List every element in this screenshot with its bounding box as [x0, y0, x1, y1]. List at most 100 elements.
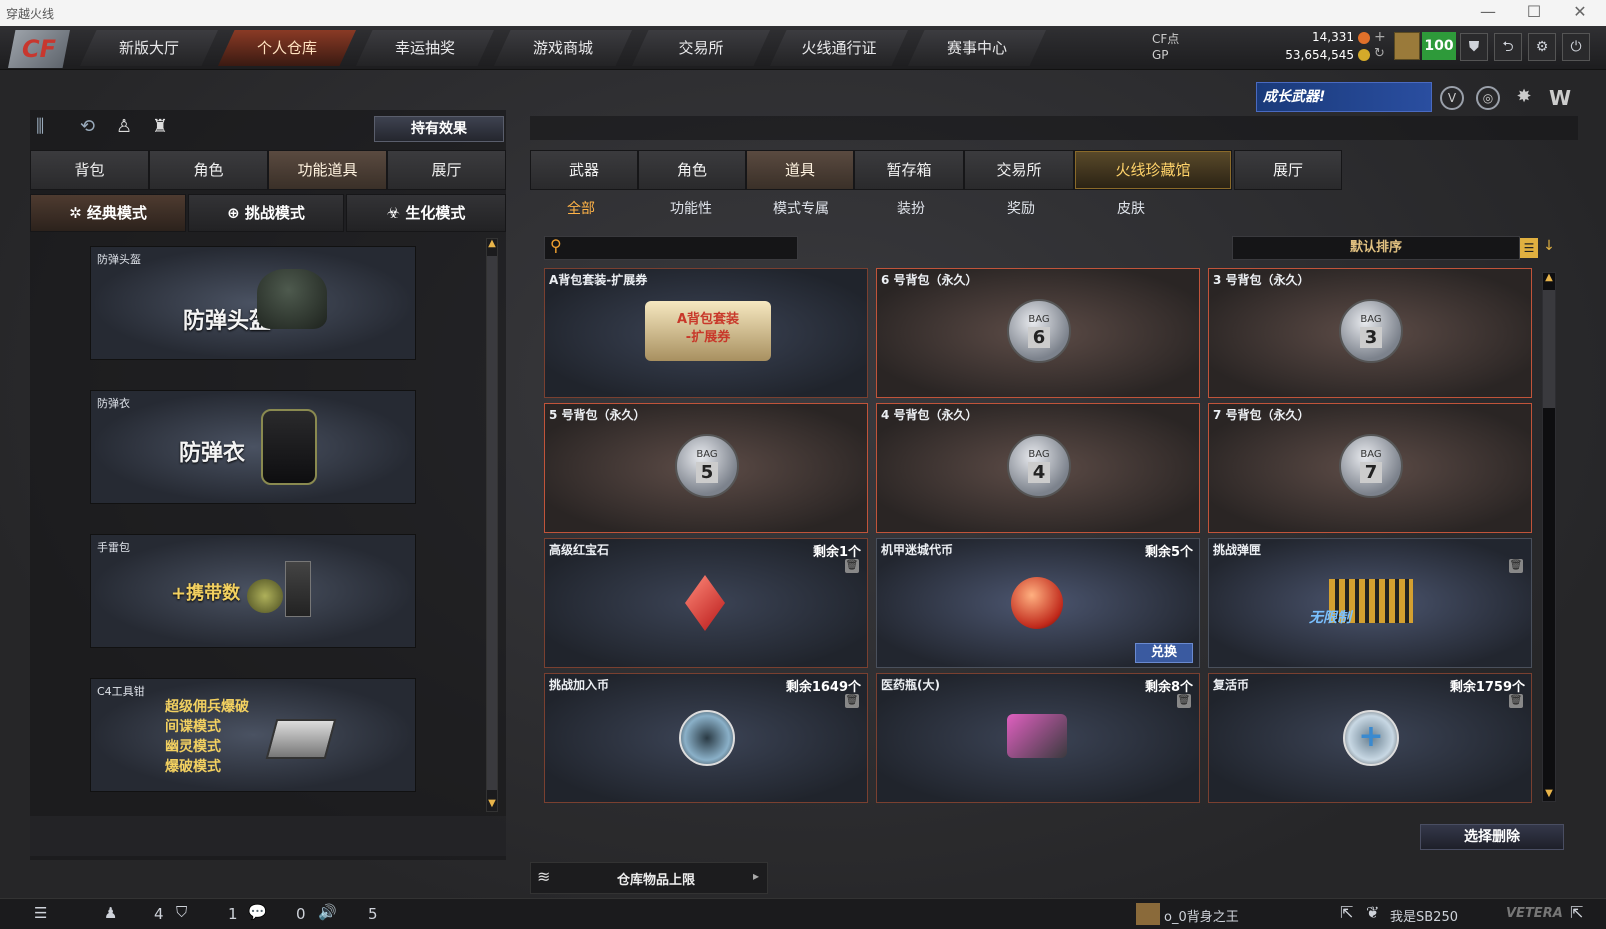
item-card[interactable]: A背包套装-扩展券 A背包套装 -扩展券 — [544, 268, 868, 398]
right-tab-collection[interactable]: 火线珍藏馆 — [1074, 150, 1232, 190]
clan-icon[interactable]: ⛉ — [176, 903, 187, 921]
batch-delete-button[interactable]: 选择删除 — [1420, 824, 1564, 850]
character-icon[interactable]: ♙ — [116, 116, 138, 138]
subtab-all[interactable]: 全部 — [528, 196, 634, 222]
cf-coin-icon — [1358, 32, 1370, 44]
sort-dropdown[interactable]: 默认排序 — [1232, 236, 1520, 260]
player-name[interactable]: 我是SB250 — [1390, 906, 1458, 925]
team-icon[interactable]: ♟ — [104, 904, 117, 922]
holding-effect-button[interactable]: 持有效果 — [374, 116, 504, 142]
nav-exchange[interactable]: 交易所 — [632, 30, 770, 66]
stats-icon[interactable]: ⫼ — [36, 116, 58, 138]
left-tab-character[interactable]: 角色 — [149, 150, 268, 190]
right-tab-items[interactable]: 道具 — [746, 150, 854, 190]
menu-icon[interactable]: ☰ — [34, 904, 47, 922]
refresh-icon[interactable]: ↻ — [1374, 46, 1385, 61]
grenade-icon[interactable]: ♜ — [152, 116, 174, 138]
friend-name[interactable]: o_0背身之王 — [1164, 906, 1239, 925]
subtab-skins[interactable]: 皮肤 — [1078, 196, 1184, 222]
left-tab-showroom[interactable]: 展厅 — [387, 150, 506, 190]
item-card[interactable]: 医药瓶(大) 剩余8个 🗑 — [876, 673, 1200, 803]
item-card[interactable]: 高级红宝石 剩余1个 🗑 — [544, 538, 868, 668]
mode-challenge[interactable]: ⊕ 挑战模式 — [188, 194, 344, 232]
mode-biochem[interactable]: ☣ 生化模式 — [346, 194, 506, 232]
trash-icon[interactable]: 🗑 — [1509, 694, 1523, 708]
left-scroll-thumb[interactable] — [487, 256, 497, 790]
item-name: 机甲迷城代币 — [881, 543, 954, 557]
badge-icon[interactable]: V — [1440, 86, 1464, 110]
add-currency-icon[interactable]: + — [1374, 29, 1386, 45]
power-icon[interactable]: ⏻ — [1562, 33, 1590, 61]
item-card[interactable]: 7 号背包（永久） BAG 7 — [1208, 403, 1532, 533]
right-tab-character[interactable]: 角色 — [638, 150, 746, 190]
subtab-functional[interactable]: 功能性 — [638, 196, 744, 222]
gear-icon[interactable]: ⚙ — [1528, 33, 1556, 61]
nav-shop[interactable]: 游戏商城 — [494, 30, 632, 66]
mode-classic[interactable]: ✲ 经典模式 — [30, 194, 186, 232]
item-card[interactable]: 3 号背包（永久） BAG 3 — [1208, 268, 1532, 398]
scroll-up-icon[interactable]: ▲ — [1542, 272, 1556, 286]
item-card[interactable]: 挑战弹匣 🗑 无限制 — [1208, 538, 1532, 668]
item-card[interactable]: 5 号背包（永久） BAG 5 — [544, 403, 868, 533]
close-button[interactable]: ✕ — [1558, 2, 1602, 24]
volume-icon[interactable]: 🔊 — [318, 903, 337, 921]
nav-pass[interactable]: 火线通行证 — [770, 30, 908, 66]
subtab-cosmetic[interactable]: 装扮 — [858, 196, 964, 222]
right-scroll-thumb[interactable] — [1543, 290, 1555, 408]
trash-icon[interactable]: 🗑 — [1177, 694, 1191, 708]
item-card[interactable]: 机甲迷城代币 剩余5个 兑换 — [876, 538, 1200, 668]
scroll-down-icon[interactable]: ▼ — [486, 798, 498, 812]
scroll-up-icon[interactable]: ▲ — [486, 238, 498, 252]
storage-limit-bar[interactable]: ≋ 仓库物品上限 ▸ — [530, 862, 768, 894]
item-card[interactable]: 复活币 剩余1759个 🗑 + — [1208, 673, 1532, 803]
left-tab-function-items[interactable]: 功能道具 — [268, 150, 387, 190]
card-vest[interactable]: 防弹衣 防弹衣 — [90, 390, 416, 504]
return-icon[interactable]: ⮌ — [1494, 33, 1522, 61]
item-name: 4 号背包（永久） — [881, 408, 978, 422]
trash-icon[interactable]: 🗑 — [845, 694, 859, 708]
mode-classic-label: 经典模式 — [86, 204, 147, 222]
rank-icon[interactable] — [1394, 32, 1420, 60]
item-card[interactable]: 6 号背包（永久） BAG 6 — [876, 268, 1200, 398]
trash-icon[interactable]: 🗑 — [845, 559, 859, 573]
search-icon: ⚲ — [550, 236, 562, 255]
nav-inventory[interactable]: 个人仓库 — [218, 30, 356, 66]
item-card[interactable]: 挑战加入币 剩余1649个 🗑 — [544, 673, 868, 803]
card-c4-pliers[interactable]: C4工具钳 超级佣兵爆破 间谍模式 幽灵模式 爆破模式 — [90, 678, 416, 792]
external-link-icon[interactable]: ⇱ — [1340, 903, 1353, 922]
expand-icon[interactable]: ⇱ — [1570, 903, 1583, 922]
right-tab-exchange[interactable]: 交易所 — [964, 150, 1074, 190]
status-count-b: 1 — [228, 905, 238, 923]
scroll-down-icon[interactable]: ▼ — [1542, 788, 1556, 802]
sort-direction-icon[interactable]: ↓ — [1542, 238, 1556, 258]
friend-avatar[interactable] — [1136, 903, 1160, 925]
cf-logo[interactable]: CF — [8, 30, 70, 68]
left-tab-backpack[interactable]: 背包 — [30, 150, 149, 190]
claw-icon[interactable]: ✸ — [1512, 86, 1536, 110]
nav-lobby[interactable]: 新版大厅 — [80, 30, 218, 66]
globe-icon[interactable]: ◎ — [1476, 86, 1500, 110]
nav-tournament[interactable]: 赛事中心 — [908, 30, 1046, 66]
history-icon[interactable]: ⟲ — [80, 116, 102, 138]
list-view-icon[interactable]: ☰ — [1520, 238, 1538, 258]
maximize-button[interactable]: ☐ — [1512, 2, 1556, 24]
subtab-rewards[interactable]: 奖励 — [968, 196, 1074, 222]
nav-lottery[interactable]: 幸运抽奖 — [356, 30, 494, 66]
promo-banner[interactable]: 成长武器! — [1256, 82, 1432, 112]
subtab-mode-exclusive[interactable]: 模式专属 — [748, 196, 854, 222]
card-grenade-pack[interactable]: 手雷包 +携带数 — [90, 534, 416, 648]
card-helmet[interactable]: 防弹头盔 防弹头盔 — [90, 246, 416, 360]
search-input[interactable] — [544, 236, 798, 260]
right-tab-showroom[interactable]: 展厅 — [1234, 150, 1342, 190]
minimize-button[interactable]: — — [1466, 2, 1510, 24]
right-tab-weapons[interactable]: 武器 — [530, 150, 638, 190]
right-tab-storage[interactable]: 暂存箱 — [854, 150, 964, 190]
biohazard-icon: ☣ — [386, 204, 406, 222]
chat-icon[interactable]: 💬 — [248, 903, 267, 921]
c4-icon — [265, 719, 337, 759]
exchange-button[interactable]: 兑换 — [1135, 643, 1193, 663]
trash-icon[interactable]: 🗑 — [1509, 559, 1523, 573]
vip-icon[interactable]: W — [1548, 86, 1572, 110]
shield-icon[interactable]: ⛊ — [1460, 33, 1488, 61]
item-card[interactable]: 4 号背包（永久） BAG 4 — [876, 403, 1200, 533]
